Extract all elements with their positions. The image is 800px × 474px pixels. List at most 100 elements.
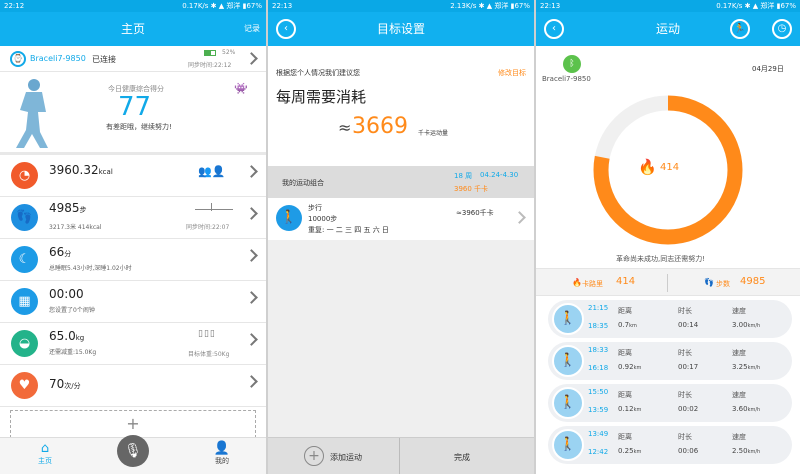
footsteps-icon: 👣 — [704, 278, 714, 287]
status-bar: 22:13 2.13K/s ✱ ▲ 郑洋 ▮67% — [268, 0, 534, 12]
walker-icon: 🚶 — [552, 303, 584, 335]
end-time: 15:50 — [588, 388, 609, 396]
device-name: Braceli7-9850 — [542, 75, 591, 83]
chevron-right-icon — [245, 291, 258, 304]
clock-icon[interactable]: ◷ — [772, 19, 792, 39]
start-time: 18:35 — [588, 322, 609, 330]
add-exercise-button[interactable]: + 添加运动 — [268, 438, 400, 474]
combo-label: 我的运动组合 — [282, 179, 324, 187]
chevron-right-icon — [245, 52, 258, 65]
watch-icon: ⌚ — [10, 51, 26, 67]
suggestion-text: 根据您个人情况我们建议您 — [276, 69, 360, 77]
chevron-right-icon — [245, 165, 258, 178]
duration-label: 时长 — [678, 349, 692, 357]
runner-icon[interactable]: 🏃 — [730, 19, 750, 39]
status-carrier: 郑洋 — [760, 2, 775, 10]
walker-icon: 🚶 — [276, 205, 302, 231]
flag-icon — [211, 203, 212, 211]
sleep-detail: 总睡眠5.43小时,深睡1.02小时 — [49, 265, 132, 272]
distance-value: 0.7km — [618, 321, 637, 329]
scale-icon: ◒ — [11, 330, 38, 357]
sleep-value: 66分 — [49, 245, 72, 259]
activity-item[interactable]: 🚶 18:33 16:18 距离 时长 速度 0.92km 00:17 3.25km/h — [548, 342, 792, 380]
status-speed: 0.17K/s — [182, 2, 209, 10]
footsteps-icon: 👣 — [11, 204, 38, 231]
combo-range: 04.24-4.30 — [480, 171, 519, 179]
alarm-value: 00:00 — [49, 287, 84, 301]
target-weight: 目标体重:50Kg — [188, 351, 230, 358]
weight-value: 65.0kg — [49, 329, 85, 343]
heart-icon: ♥ — [11, 372, 38, 399]
steps-row[interactable]: 👣 4985步 3217.3米 414kcal 同步时间:22:07 — [0, 197, 266, 239]
calorie-value: 414 — [616, 276, 636, 287]
moon-icon: ☾ — [11, 246, 38, 273]
duration-label: 时长 — [678, 391, 692, 399]
microphone-icon[interactable]: 🎙 — [117, 435, 149, 467]
user-icon: 👤 — [213, 441, 231, 456]
title-bar: 主页 记录 — [0, 12, 266, 46]
record-button[interactable]: 记录 — [244, 12, 260, 46]
device-row[interactable]: ⌚ Braceli7-9850 已连接 52% 同步时间:22:12 — [0, 46, 266, 72]
exercise-name: 步行 — [308, 204, 322, 212]
encourage-text: 革命尚未成功,同志还需努力! — [616, 255, 706, 263]
calendar-icon: ▦ — [11, 288, 38, 315]
nav-home[interactable]: ⌂ 主页 — [32, 441, 58, 466]
speed-value: 2.50km/h — [732, 447, 761, 455]
weekly-kcal: 3669 — [352, 114, 408, 139]
duration-label: 时长 — [678, 433, 692, 441]
sleep-row[interactable]: ☾ 66分 总睡眠5.43小时,深睡1.02小时 — [0, 239, 266, 281]
title-bar: 目标设置 ‹ — [268, 12, 534, 46]
heart-rate-row[interactable]: ♥ 70次/分 — [0, 365, 266, 407]
goal-bottom-bar: + 添加运动 完成 — [268, 437, 534, 474]
activity-item[interactable]: 🚶 15:50 13:59 距离 时长 速度 0.12km 00:02 3.60km/h — [548, 384, 792, 422]
weight-row[interactable]: ◒ 65.0kg 还需减重:15.0Kg ▯▯▯ 目标体重:50Kg — [0, 323, 266, 365]
calories-row[interactable]: ◔ 3960.32kcal 👥👤 — [0, 155, 266, 197]
plus-icon: + — [304, 446, 324, 466]
exercise-kcal: ≈3960千卡 — [456, 209, 494, 217]
status-time: 22:13 — [272, 2, 293, 10]
speed-value: 3.60km/h — [732, 405, 761, 413]
chevron-right-icon — [513, 211, 526, 224]
heart-value: 70次/分 — [49, 377, 81, 391]
done-button[interactable]: 完成 — [454, 452, 470, 463]
speed-value: 3.25km/h — [732, 363, 761, 371]
score-subtitle: 有差距哦，继续努力! — [106, 123, 172, 131]
combo-week: 18 周 — [454, 172, 473, 180]
distance-label: 距离 — [618, 307, 632, 315]
page-title: 目标设置 — [376, 22, 425, 36]
end-time: 13:49 — [588, 430, 609, 438]
device-sync-time: 同步时间:22:12 — [188, 62, 232, 69]
runner-figure-icon — [16, 79, 48, 148]
alarm-row[interactable]: ▦ 00:00 您设置了0个闹钟 — [0, 281, 266, 323]
ring-value: 414 — [660, 162, 680, 173]
people-icon: 👥👤 — [198, 165, 226, 178]
exercise-steps: 10000步 — [308, 215, 338, 223]
activity-item[interactable]: 🚶 21:15 18:35 距离 时长 速度 0.7km 00:14 3.00km/h — [548, 300, 792, 338]
end-time: 18:33 — [588, 346, 609, 354]
flame-icon: 🔥 — [572, 278, 582, 287]
status-time: 22:12 — [4, 2, 25, 10]
exercise-row[interactable]: 🚶 步行 10000步 重复: 一 二 三 四 五 六 日 ≈3960千卡 — [268, 198, 534, 240]
back-icon[interactable]: ‹ — [544, 19, 564, 39]
activity-item[interactable]: 🚶 13:49 12:42 距离 时长 速度 0.25km 00:06 2.50km/h — [548, 426, 792, 464]
speed-label: 速度 — [732, 391, 746, 399]
edit-goal-link[interactable]: 修改目标 — [498, 68, 526, 78]
status-carrier: 郑洋 — [226, 2, 241, 10]
calorie-label: 卡路里 — [582, 280, 603, 288]
distance-label: 距离 — [618, 349, 632, 357]
bottom-nav: ⌂ 主页 🎙 👤 我的 — [0, 435, 266, 474]
nav-me[interactable]: 👤 我的 — [209, 441, 235, 466]
home-icon: ⌂ — [40, 441, 50, 456]
duration-value: 00:17 — [678, 363, 699, 371]
speed-label: 速度 — [732, 433, 746, 441]
speed-label: 速度 — [732, 307, 746, 315]
back-icon[interactable]: ‹ — [276, 19, 296, 39]
status-bar: 22:13 0.17K/s ✱ ▲ 郑洋 ▮67% — [536, 0, 800, 12]
sport-screen: 22:13 0.17K/s ✱ ▲ 郑洋 ▮67% 运动 ‹ 🏃 ◷ ᛒ Bra… — [536, 0, 800, 474]
duration-value: 00:06 — [678, 447, 699, 455]
combo-total: 3960 千卡 — [454, 185, 489, 193]
invader-icon[interactable]: 👾 — [234, 82, 248, 95]
device-name: Braceli7-9850 — [30, 54, 86, 63]
device-battery: 52% — [222, 49, 236, 56]
add-card-button[interactable]: + — [10, 410, 256, 438]
